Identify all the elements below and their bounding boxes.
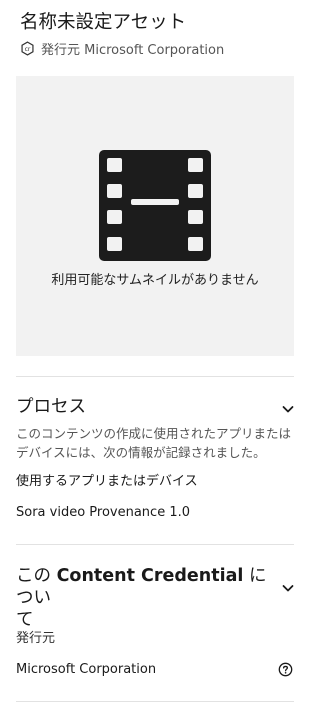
cr-icon: cr [21, 40, 34, 56]
apps-label: 使用するアプリまたはデバイス [16, 474, 198, 489]
about-issuer-value: Microsoft Corporation [16, 662, 157, 677]
issuer-text: 発行元 Microsoft Corporation [41, 42, 225, 58]
no-thumbnail-text: 利用可能なサムネイルがありません [51, 273, 259, 288]
about-heading-bold: Content Credential [56, 566, 244, 586]
asset-title: 名称未設定アセット [20, 12, 187, 33]
help-circle-icon[interactable] [278, 662, 293, 677]
issuer-line: cr 発行元 Microsoft Corporation [20, 38, 224, 58]
about-issuer-label: 発行元 [16, 631, 56, 646]
about-heading-part1: この [16, 566, 57, 586]
about-heading-line2: て [16, 610, 34, 630]
process-description: このコンテンツの作成に使用されたアプリまたはデバイスには、次の情報が記録されまし… [16, 426, 292, 460]
divider [16, 701, 294, 702]
film-icon [99, 150, 211, 261]
divider [16, 376, 294, 377]
process-heading[interactable]: プロセス [16, 396, 86, 418]
apps-value: Sora video Provenance 1.0 [16, 505, 191, 520]
about-heading[interactable]: この Content Credential につい て [16, 565, 276, 631]
divider [16, 544, 294, 545]
chevron-down-icon[interactable] [281, 581, 295, 595]
svg-text:cr: cr [25, 45, 31, 52]
chevron-down-icon[interactable] [281, 402, 295, 416]
thumbnail-preview: 利用可能なサムネイルがありません [16, 76, 294, 356]
